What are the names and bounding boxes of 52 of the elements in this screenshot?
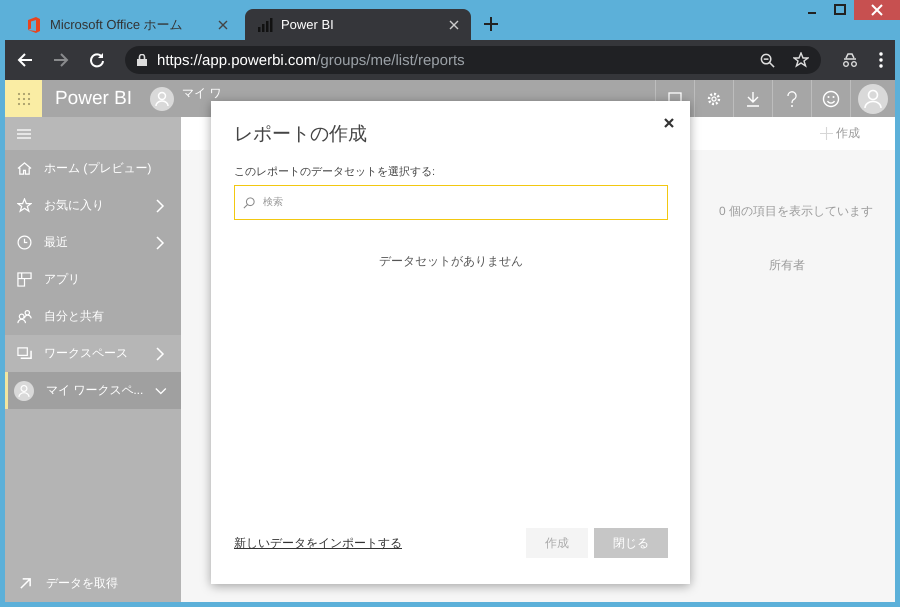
office-logo-icon [26,16,42,32]
apps-icon [17,272,32,287]
url-text: https://app.powerbi.com/groups/me/list/reports [157,52,466,68]
search-icon [243,197,255,209]
sidebar-item[interactable]: 最近 [5,224,181,261]
owner-column-header: 所有者 [769,257,805,274]
home-icon [17,161,32,176]
forward-icon[interactable] [53,52,69,68]
star-icon [17,198,32,213]
bar-chart-icon [257,16,273,32]
arrow-icon [19,577,32,590]
avatar-icon [150,86,174,110]
plus-icon [820,127,833,140]
empty-message: データセットがありません [379,253,523,270]
get-data-link[interactable]: データを取得 [5,565,181,602]
dataset-prompt: このレポートのデータセットを選択する: [234,165,436,179]
browser-tab[interactable]: Microsoft Office ホーム [14,9,240,40]
sidebar-item[interactable]: 自分と共有 [5,298,181,335]
workspaces-icon [17,346,32,361]
app-launcher-icon [16,92,30,106]
account-avatar-icon[interactable] [858,84,888,114]
sidebar-item[interactable]: ホーム (プレビュー) [5,150,181,187]
sidebar-item[interactable]: アプリ [5,261,181,298]
import-data-link[interactable]: 新しいデータをインポートする [234,534,402,552]
app-title: Power BI [55,88,132,110]
smiley-icon[interactable] [822,90,840,108]
close-button[interactable]: 閉じる [594,528,668,558]
settings-icon[interactable] [706,90,722,106]
lock-icon [137,54,147,66]
sidebar-item[interactable]: マイ ワークスペ... [5,372,181,409]
close-window-icon[interactable] [854,0,900,20]
people-icon [17,309,32,324]
item-count-text: 0 個の項目を表示しています [718,203,873,220]
help-icon[interactable] [787,90,797,106]
new-tab-icon[interactable] [484,17,498,31]
address-bar[interactable]: https://app.powerbi.com/groups/me/list/reports [125,46,821,74]
incognito-icon[interactable] [841,53,859,67]
create-button[interactable]: 作成 [820,125,860,142]
workspace-name[interactable]: マイ ワ [182,86,222,100]
sidebar-item[interactable]: お気に入り [5,187,181,224]
browser-tab[interactable]: Power BI [245,9,471,40]
zoom-out-icon[interactable] [760,52,775,68]
menu-icon[interactable] [879,52,883,68]
back-icon[interactable] [17,52,33,68]
avatar-icon [14,378,34,402]
clock-icon [17,235,32,250]
dialog-title: レポートの作成 [234,123,367,147]
close-icon[interactable] [664,118,674,128]
star-icon[interactable] [793,52,809,68]
reload-icon[interactable] [89,52,105,68]
download-icon[interactable] [746,90,760,106]
search-field[interactable]: 検索 [234,185,668,220]
